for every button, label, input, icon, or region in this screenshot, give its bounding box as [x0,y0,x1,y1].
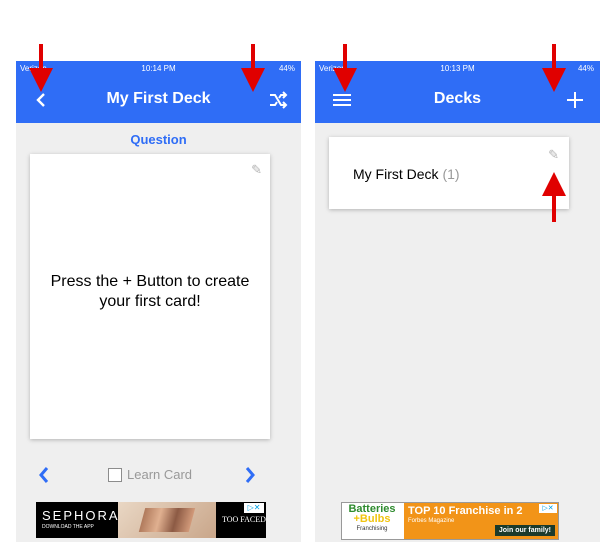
ad-product-image [118,502,216,538]
chevron-right-icon [245,467,255,483]
card-navigation: Learn Card [16,463,301,489]
next-card-button[interactable] [242,463,258,491]
annotation-arrow-up-icon [542,172,566,222]
learn-card-label: Learn Card [127,467,193,482]
ad-cta-button[interactable]: Join our family! [494,525,555,536]
annotation-arrow-down-icon [333,44,357,92]
learn-card-checkbox[interactable] [108,467,122,482]
ad-source: Forbes Magazine [408,518,455,524]
ad-choices-icon[interactable]: ▷✕ [244,503,264,513]
pencil-icon[interactable]: ✎ [251,162,262,178]
palette-graphic [138,508,196,532]
previous-card-button[interactable] [36,463,52,491]
shuffle-icon [270,91,288,109]
plus-icon [567,92,583,108]
deck-card-count: (1) [442,166,460,182]
battery-label: 44% [278,64,295,73]
chevron-left-icon [39,467,49,483]
ad-logo: Batteries +Bulbs Franchising [343,504,401,538]
battery-label: 44% [577,64,594,73]
deck-list-item[interactable]: My First Deck (1) ✎ [329,137,569,209]
shuffle-button[interactable] [263,85,293,115]
ad-partner: TOO FACED [222,515,266,524]
ad-headline: TOP 10 Franchise in 2 [408,505,523,517]
ad-brand: SEPHORA [42,508,120,523]
pencil-icon[interactable]: ✎ [548,147,559,163]
banner-ad[interactable]: Batteries +Bulbs Franchising TOP 10 Fran… [341,502,559,540]
annotation-arrow-down-icon [241,44,265,92]
ad-choices-icon[interactable]: ▷✕ [539,504,557,513]
ad-brand-line2: +Bulbs [353,513,391,525]
banner-ad[interactable]: SEPHORA DOWNLOAD THE APP TOO FACED ▷✕ [36,502,266,538]
deck-name: My First Deck (1) [353,166,460,182]
flashcard[interactable]: ✎ Press the + Button to create your firs… [30,154,270,439]
card-prompt: Press the + Button to create your first … [50,273,250,310]
learn-card-toggle[interactable]: Learn Card [108,467,192,482]
ad-tagline: DOWNLOAD THE APP [42,524,94,530]
question-label: Question [130,132,187,147]
annotation-arrow-down-icon [542,44,566,92]
deck-screen: Verizon 10:14 PM 44% My First Deck Quest… [16,61,301,542]
annotation-arrow-down-icon [29,44,53,92]
ad-brand-line3: Franchising [356,526,388,532]
ad-banner-body: TOP 10 Franchise in 2 Forbes Magazine Jo… [404,503,558,539]
decks-screen: Verizon 10:13 PM 44% Decks My First Deck… [315,61,600,542]
